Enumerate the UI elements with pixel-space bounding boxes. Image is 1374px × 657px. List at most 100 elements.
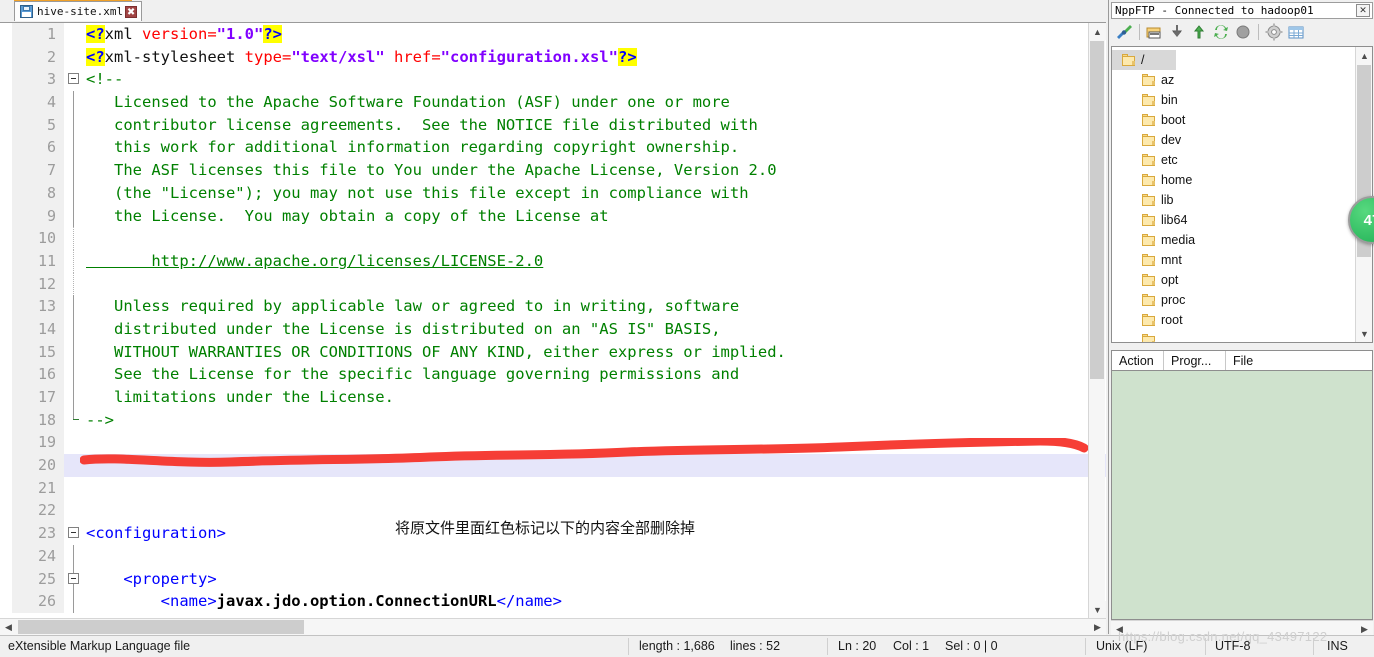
code-line[interactable]: 3 <!--: [12, 68, 1106, 92]
editor-horizontal-scrollbar[interactable]: ◀ ▶: [0, 618, 1106, 635]
tree-item-label: boot: [1161, 113, 1186, 127]
code-line[interactable]: 16 See the License for the specific lang…: [12, 363, 1106, 386]
line-number: 11: [12, 249, 64, 273]
tree-item-opt[interactable]: opt: [1112, 270, 1372, 290]
ftp-tree-scrollbar[interactable]: ▲ ▼: [1355, 47, 1372, 342]
vertical-scroll-thumb[interactable]: [1090, 41, 1104, 379]
code-line[interactable]: 4 Licensed to the Apache Software Founda…: [12, 91, 1106, 114]
tree-nodes: / az bin boot dev etc home lib lib64 med…: [1112, 47, 1372, 342]
horizontal-scroll-thumb[interactable]: [18, 620, 304, 634]
line-content: distributed under the License is distrib…: [86, 319, 721, 338]
open-folder-icon[interactable]: [1145, 22, 1165, 42]
tree-item-home[interactable]: home: [1112, 170, 1372, 190]
fold-column[interactable]: [64, 45, 86, 69]
fold-collapse-icon[interactable]: [68, 73, 79, 85]
queue-column-action[interactable]: Action: [1112, 350, 1164, 371]
nppftp-title-bar: NppFTP - Connected to hadoop01 ✕: [1111, 2, 1373, 19]
tree-item-boot[interactable]: boot: [1112, 110, 1372, 130]
abort-icon[interactable]: [1233, 22, 1253, 42]
tree-item-etc[interactable]: etc: [1112, 150, 1372, 170]
folder-icon: [1142, 274, 1156, 286]
code-line[interactable]: 5 contributor license agreements. See th…: [12, 113, 1106, 137]
code-line[interactable]: 8 (the "License"); you may not use this …: [12, 181, 1106, 205]
code-line[interactable]: 9 the License. You may obtain a copy of …: [12, 204, 1106, 228]
pi-close: ?>: [617, 47, 637, 66]
code-line[interactable]: 24: [12, 544, 1106, 568]
fold-column: [64, 113, 86, 137]
tree-item-partial[interactable]: [1112, 330, 1372, 342]
code-line-current[interactable]: 20: [12, 454, 1106, 477]
fold-line: [73, 386, 74, 409]
status-divider: [1085, 638, 1086, 655]
tree-item-az[interactable]: az: [1112, 70, 1372, 90]
ftp-queue-list[interactable]: [1111, 370, 1373, 620]
equals: =: [281, 47, 292, 66]
queue-column-file[interactable]: File: [1226, 351, 1366, 371]
code-line[interactable]: 25 <property>: [12, 567, 1106, 591]
code-line[interactable]: 11 http://www.apache.org/licenses/LICENS…: [12, 249, 1106, 273]
code-editor[interactable]: 1 <?xml version="1.0"?> 2 <?xml-styleshe…: [0, 22, 1106, 618]
code-line[interactable]: 6 this work for additional information r…: [12, 136, 1106, 160]
tab-hive-site-xml[interactable]: hive-site.xml ✖: [14, 1, 143, 21]
code-line[interactable]: 21: [12, 476, 1106, 500]
tree-item-bin[interactable]: bin: [1112, 90, 1372, 110]
fold-line: [73, 91, 74, 114]
fold-column: [64, 454, 86, 477]
connect-icon[interactable]: [1114, 22, 1134, 42]
fold-column[interactable]: [64, 23, 86, 46]
line-content: [86, 477, 1106, 500]
code-line[interactable]: 10: [12, 227, 1106, 250]
tree-item-dev[interactable]: dev: [1112, 130, 1372, 150]
code-line[interactable]: 18 -->: [12, 408, 1106, 432]
line-content: <!--: [86, 70, 124, 89]
attr-name: version: [142, 25, 208, 43]
tree-item-label: etc: [1161, 153, 1178, 167]
code-line[interactable]: 17 limitations under the License.: [12, 386, 1106, 409]
fold-line: [73, 340, 74, 364]
close-icon[interactable]: ✕: [1356, 4, 1370, 17]
code-line[interactable]: 13 Unless required by applicable law or …: [12, 295, 1106, 318]
fold-column[interactable]: [64, 68, 86, 92]
scroll-down-icon[interactable]: ▼: [1089, 601, 1106, 618]
scroll-down-icon[interactable]: ▼: [1356, 325, 1372, 342]
code-line[interactable]: 12: [12, 272, 1106, 296]
code-line[interactable]: 15 WITHOUT WARRANTIES OR CONDITIONS OF A…: [12, 340, 1106, 364]
tree-item-lib64[interactable]: lib64: [1112, 210, 1372, 230]
scroll-up-icon[interactable]: ▲: [1356, 47, 1372, 64]
messages-icon[interactable]: [1286, 22, 1306, 42]
code-line[interactable]: 2 <?xml-stylesheet type="text/xsl" href=…: [12, 45, 1106, 69]
scroll-right-icon[interactable]: ▶: [1089, 619, 1106, 636]
line-content: <?xml version="1.0"?>: [86, 23, 1106, 46]
code-line[interactable]: 7 The ASF licenses this file to You unde…: [12, 159, 1106, 182]
code-line[interactable]: 14 distributed under the License is dist…: [12, 317, 1106, 341]
fold-column: [64, 249, 86, 273]
fold-column[interactable]: [64, 567, 86, 591]
fold-collapse-icon[interactable]: [68, 572, 79, 584]
code-line[interactable]: 19: [12, 431, 1106, 455]
attr-name: href: [394, 47, 432, 66]
editor-vertical-scrollbar[interactable]: ▲ ▼: [1088, 23, 1106, 618]
code-line[interactable]: 1 <?xml version="1.0"?>: [12, 23, 1106, 46]
settings-gear-icon[interactable]: [1264, 22, 1284, 42]
scroll-left-icon[interactable]: ◀: [0, 619, 17, 636]
folder-icon: [1122, 54, 1136, 66]
line-number: 12: [12, 272, 64, 296]
code-line[interactable]: 26 <name>javax.jdo.option.ConnectionURL<…: [12, 590, 1106, 613]
tree-item-media[interactable]: media: [1112, 230, 1372, 250]
upload-icon[interactable]: [1189, 22, 1209, 42]
line-content: Licensed to the Apache Software Foundati…: [86, 93, 730, 112]
license-url-link[interactable]: http://www.apache.org/licenses/LICENSE-2…: [86, 252, 543, 270]
chinese-annotation-note: 将原文件里面红色标记以下的内容全部删除掉: [394, 519, 695, 537]
download-icon[interactable]: [1167, 22, 1187, 42]
tree-item-root[interactable]: /: [1112, 50, 1176, 70]
status-length: length : 1,686: [639, 639, 715, 653]
queue-column-progress[interactable]: Progr...: [1164, 350, 1226, 371]
tree-item-proc[interactable]: proc: [1112, 290, 1372, 310]
refresh-icon[interactable]: [1211, 22, 1231, 42]
tree-item-root[interactable]: root: [1112, 310, 1372, 330]
tree-item-lib[interactable]: lib: [1112, 190, 1372, 210]
tree-item-mnt[interactable]: mnt: [1112, 250, 1372, 270]
ftp-file-tree[interactable]: / az bin boot dev etc home lib lib64 med…: [1111, 46, 1373, 343]
close-icon[interactable]: ✖: [125, 5, 138, 18]
scroll-up-icon[interactable]: ▲: [1089, 23, 1106, 40]
